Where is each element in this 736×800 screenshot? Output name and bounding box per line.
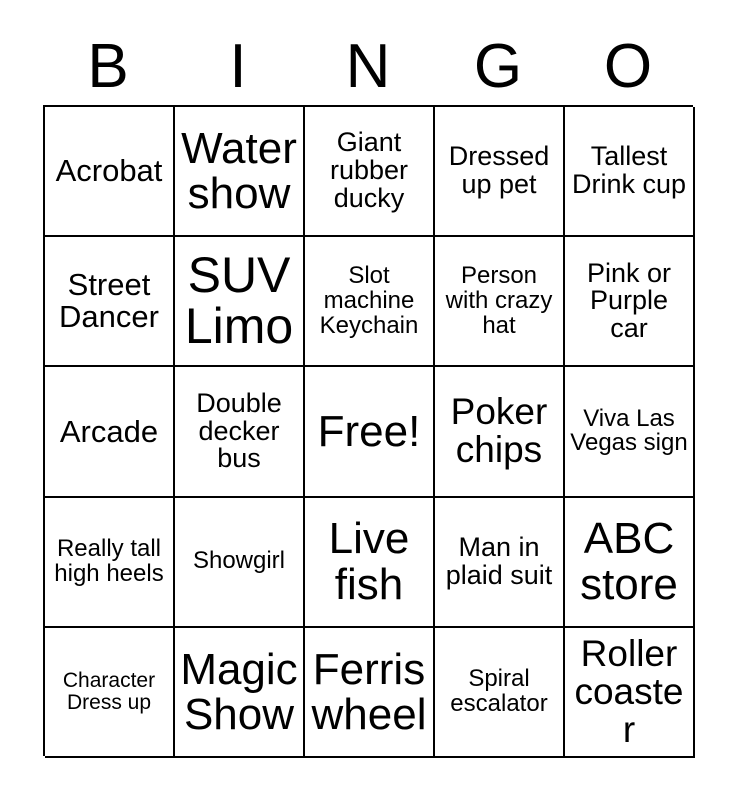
bingo-cell-n5[interactable]: Ferris wheel <box>305 627 435 758</box>
bingo-cell-label: Really tall high heels <box>54 534 164 587</box>
bingo-cell-label: Arcade <box>59 413 159 449</box>
bingo-cell-b2[interactable]: Street Dancer <box>45 237 175 368</box>
header-letter-n: N <box>345 31 391 101</box>
bingo-cell-label: Viva Las Vegas sign <box>570 404 688 457</box>
bingo-cell-label: Pink or Purple car <box>586 257 672 344</box>
bingo-cell-i2[interactable]: SUV Limo <box>175 237 305 368</box>
bingo-cell-label: Roller coaster <box>574 632 684 750</box>
bingo-cell-g5[interactable]: Spiral escalator <box>435 627 565 758</box>
bingo-cell-label: Ferris wheel <box>311 644 427 739</box>
bingo-cell-n4[interactable]: Live fish <box>305 497 435 628</box>
bingo-cell-label: Street Dancer <box>59 267 159 335</box>
bingo-cell-label: SUV Limo <box>184 246 294 355</box>
header-letter-i: I <box>229 31 247 101</box>
bingo-cell-label: Dressed up pet <box>448 141 550 200</box>
bingo-free-label: Free! <box>317 406 421 456</box>
bingo-cell-i4[interactable]: Showgirl <box>175 497 305 628</box>
bingo-cell-label: Slot machine Keychain <box>319 262 419 339</box>
bingo-cell-g1[interactable]: Dressed up pet <box>435 107 565 238</box>
bingo-cell-label: Giant rubber ducky <box>329 127 409 213</box>
bingo-cell-n1[interactable]: Giant rubber ducky <box>305 107 435 238</box>
bingo-cell-i5[interactable]: Magic Show <box>175 627 305 758</box>
bingo-cell-label: Acrobat <box>55 153 163 189</box>
bingo-cell-label: Magic Show <box>180 644 298 739</box>
header-letter-g: G <box>473 31 523 101</box>
bingo-cell-b1[interactable]: Acrobat <box>45 107 175 238</box>
bingo-cell-label: Water show <box>181 123 297 219</box>
bingo-cell-o2[interactable]: Pink or Purple car <box>565 237 695 368</box>
bingo-card: B I N G O Acrobat Water show Giant rubbe… <box>0 0 736 800</box>
bingo-cell-g3[interactable]: Poker chips <box>435 367 565 498</box>
bingo-cell-o3[interactable]: Viva Las Vegas sign <box>565 367 695 498</box>
bingo-cell-b4[interactable]: Really tall high heels <box>45 497 175 628</box>
bingo-cell-o4[interactable]: ABC store <box>565 497 695 628</box>
bingo-cell-label: Tallest Drink cup <box>571 141 687 200</box>
bingo-cell-label: ABC store <box>580 514 678 609</box>
bingo-cell-label: Poker chips <box>450 391 548 471</box>
bingo-cell-label: Showgirl <box>192 547 286 575</box>
bingo-cell-b5[interactable]: Character Dress up <box>45 627 175 758</box>
bingo-grid: Acrobat Water show Giant rubber ducky Dr… <box>43 105 695 758</box>
bingo-cell-o5[interactable]: Roller coaster <box>565 627 695 758</box>
bingo-cell-i1[interactable]: Water show <box>175 107 305 238</box>
header-letter-b: B <box>87 31 129 101</box>
bingo-header-row: B I N G O <box>43 28 693 105</box>
bingo-cell-g2[interactable]: Person with crazy hat <box>435 237 565 368</box>
bingo-cell-n2[interactable]: Slot machine Keychain <box>305 237 435 368</box>
bingo-cell-label: Character Dress up <box>62 669 156 714</box>
bingo-cell-label: Spiral escalator <box>450 665 548 717</box>
bingo-cell-b3[interactable]: Arcade <box>45 367 175 498</box>
bingo-cell-o1[interactable]: Tallest Drink cup <box>565 107 695 238</box>
header-letter-o: O <box>603 31 653 101</box>
bingo-cell-label: Live fish <box>328 514 410 609</box>
bingo-cell-label: Man in plaid suit <box>445 531 553 590</box>
bingo-cell-free[interactable]: Free! <box>305 367 435 498</box>
bingo-cell-i3[interactable]: Double decker bus <box>175 367 305 498</box>
bingo-cell-g4[interactable]: Man in plaid suit <box>435 497 565 628</box>
bingo-cell-label: Person with crazy hat <box>445 262 553 339</box>
bingo-cell-label: Double decker bus <box>196 387 282 474</box>
